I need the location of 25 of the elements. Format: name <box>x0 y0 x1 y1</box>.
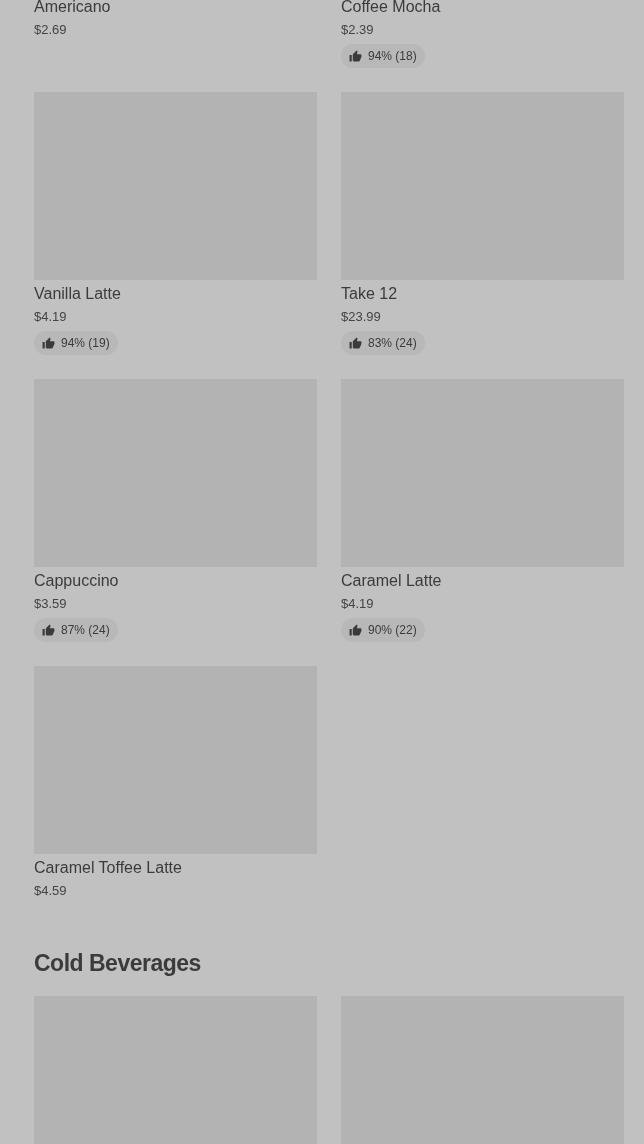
product-price: $2.39 <box>341 21 374 39</box>
product-name[interactable]: Caramel Latte <box>341 570 442 592</box>
product-name[interactable]: Coffee Mocha <box>341 0 441 18</box>
rating-badge: 87% (24) <box>34 618 118 642</box>
section-heading: Cold Beverages <box>34 949 202 977</box>
thumbs-up-icon <box>349 623 362 637</box>
rating-badge: 94% (18) <box>341 44 425 68</box>
rating-badge: 90% (22) <box>341 618 425 642</box>
thumbs-up-icon <box>349 49 362 63</box>
product-price: $3.59 <box>34 595 67 613</box>
product-price: $4.19 <box>34 308 67 326</box>
product-price: $4.59 <box>34 882 67 900</box>
rating-badge: 94% (19) <box>34 331 118 355</box>
product-price: $23.99 <box>341 308 381 326</box>
product-price: $4.19 <box>341 595 374 613</box>
product-name[interactable]: Americano <box>34 0 111 18</box>
product-name[interactable]: Caramel Toffee Latte <box>34 857 182 879</box>
product-name[interactable]: Cappuccino <box>34 570 119 592</box>
product-price: $2.69 <box>34 21 67 39</box>
product-name[interactable]: Vanilla Latte <box>34 283 121 305</box>
thumbs-up-icon <box>349 336 362 350</box>
thumbs-up-icon <box>42 623 55 637</box>
thumbs-up-icon <box>42 336 55 350</box>
rating-badge: 83% (24) <box>341 331 425 355</box>
product-name[interactable]: Take 12 <box>341 283 398 305</box>
